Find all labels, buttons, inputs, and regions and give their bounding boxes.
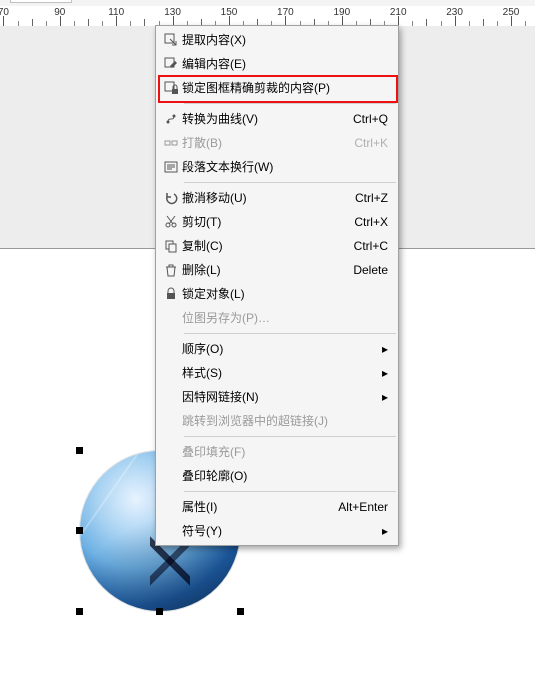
numeric-input-stub[interactable] xyxy=(10,0,72,3)
menu-item-extract[interactable]: 提取内容(X) xyxy=(156,28,398,52)
menu-item-editcont[interactable]: 编辑内容(E) xyxy=(156,52,398,76)
menu-item-label: 编辑内容(E) xyxy=(182,52,246,76)
menu-item-label: 叠印填充(F) xyxy=(182,440,245,464)
ruler-tick-label: 150 xyxy=(221,7,238,18)
menu-separator xyxy=(184,182,396,183)
menu-item-copy[interactable]: 复制(C) Ctrl+C xyxy=(156,234,398,258)
menu-item-wrap[interactable]: 段落文本换行(W) xyxy=(156,155,398,179)
menu-item-label: 符号(Y) xyxy=(182,519,222,543)
menu-separator xyxy=(184,333,396,334)
menu-item-style[interactable]: 样式(S) ▸ xyxy=(156,361,398,385)
selection-handle-se[interactable] xyxy=(237,608,244,615)
menu-item-label: 因特网链接(N) xyxy=(182,385,259,409)
ruler-tick-minor xyxy=(483,19,484,26)
menu-item-label: 锁定对象(L) xyxy=(182,282,245,306)
selection-handle-s[interactable] xyxy=(156,608,163,615)
menu-item-tocurve[interactable]: 转换为曲线(V) Ctrl+Q xyxy=(156,107,398,131)
menu-separator xyxy=(184,491,396,492)
menu-item-hyper[interactable]: 因特网链接(N) ▸ xyxy=(156,385,398,409)
ruler-tick-label: 170 xyxy=(277,7,294,18)
menu-item-saveas: 位图另存为(P)… xyxy=(156,306,398,330)
menu-item-shortcut: Ctrl+Z xyxy=(355,186,388,210)
menu-item-shortcut: Ctrl+K xyxy=(354,131,388,155)
menu-item-label: 复制(C) xyxy=(182,234,223,258)
menu-item-label: 锁定图框精确剪裁的内容(P) xyxy=(182,76,330,100)
tocurve-icon xyxy=(160,111,182,127)
menu-item-label: 打散(B) xyxy=(182,131,222,155)
undo-icon xyxy=(160,190,182,206)
ruler-tick-label: 70 xyxy=(0,7,9,18)
menu-item-label: 提取内容(X) xyxy=(182,28,246,52)
ruler-tick-label: 90 xyxy=(54,7,65,18)
selection-handle-nw[interactable] xyxy=(76,447,83,454)
menu-item-prop[interactable]: 属性(I) Alt+Enter xyxy=(156,495,398,519)
wrap-icon xyxy=(160,159,182,175)
menu-item-label: 撤消移动(U) xyxy=(182,186,247,210)
ruler-tick-label: 130 xyxy=(164,7,181,18)
menu-item-cut[interactable]: 剪切(T) Ctrl+X xyxy=(156,210,398,234)
menu-item-break: 打散(B) Ctrl+K xyxy=(156,131,398,155)
ruler-tick-label: 230 xyxy=(446,7,463,18)
menu-separator xyxy=(184,103,396,104)
menu-item-shortcut: Alt+Enter xyxy=(338,495,388,519)
frame-out-icon xyxy=(160,32,182,48)
menu-item-lock[interactable]: 锁定对象(L) xyxy=(156,282,398,306)
menu-item-label: 位图另存为(P)… xyxy=(182,306,270,330)
menu-item-symbol[interactable]: 符号(Y) ▸ xyxy=(156,519,398,543)
menu-item-label: 样式(S) xyxy=(182,361,222,385)
menu-item-shortcut: Delete xyxy=(353,258,388,282)
menu-item-order[interactable]: 顺序(O) ▸ xyxy=(156,337,398,361)
lock-icon xyxy=(160,286,182,302)
menu-item-label: 转换为曲线(V) xyxy=(182,107,258,131)
submenu-arrow-icon: ▸ xyxy=(382,519,388,543)
frame-lock-icon xyxy=(160,80,182,96)
cut-icon xyxy=(160,214,182,230)
menu-item-undo[interactable]: 撤消移动(U) Ctrl+Z xyxy=(156,186,398,210)
menu-item-label: 删除(L) xyxy=(182,258,221,282)
selection-handle-sw[interactable] xyxy=(76,608,83,615)
menu-item-overout[interactable]: 叠印轮廓(O) xyxy=(156,464,398,488)
ruler-tick-label: 190 xyxy=(333,7,350,18)
selection-handle-w[interactable] xyxy=(76,527,83,534)
menu-item-label: 叠印轮廓(O) xyxy=(182,464,247,488)
menu-separator xyxy=(184,436,396,437)
frame-edit-icon xyxy=(160,56,182,72)
ruler-tick-minor xyxy=(88,19,89,26)
ruler-tick-label: 110 xyxy=(108,7,124,18)
menu-item-shortcut: Ctrl+X xyxy=(354,210,388,234)
ruler-tick-minor xyxy=(144,19,145,26)
menu-item-label: 跳转到浏览器中的超链接(J) xyxy=(182,409,328,433)
menu-item-label: 顺序(O) xyxy=(182,337,223,361)
copy-icon xyxy=(160,238,182,254)
menu-item-shortcut: Ctrl+Q xyxy=(353,107,388,131)
menu-item-label: 属性(I) xyxy=(182,495,217,519)
menu-item-shortcut: Ctrl+C xyxy=(354,234,388,258)
ruler-tick-minor xyxy=(32,19,33,26)
submenu-arrow-icon: ▸ xyxy=(382,337,388,361)
menu-item-label: 剪切(T) xyxy=(182,210,221,234)
horizontal-ruler: 70 90 110 130 150 170 190 210 230 250 xyxy=(0,6,535,27)
ruler-tick-label: 250 xyxy=(503,7,520,18)
ruler-tick-label: 210 xyxy=(390,7,407,18)
break-icon xyxy=(160,135,182,151)
menu-item-overfill: 叠印填充(F) xyxy=(156,440,398,464)
context-menu[interactable]: 提取内容(X)编辑内容(E)锁定图框精确剪裁的内容(P) 转换为曲线(V) Ctrl… xyxy=(155,25,399,546)
delete-icon xyxy=(160,262,182,278)
menu-item-lockclip[interactable]: 锁定图框精确剪裁的内容(P) xyxy=(156,76,398,100)
menu-item-jump: 跳转到浏览器中的超链接(J) xyxy=(156,409,398,433)
submenu-arrow-icon: ▸ xyxy=(382,385,388,409)
ruler-tick-minor xyxy=(426,19,427,26)
menu-item-label: 段落文本换行(W) xyxy=(182,155,273,179)
submenu-arrow-icon: ▸ xyxy=(382,361,388,385)
menu-item-del[interactable]: 删除(L) Delete xyxy=(156,258,398,282)
